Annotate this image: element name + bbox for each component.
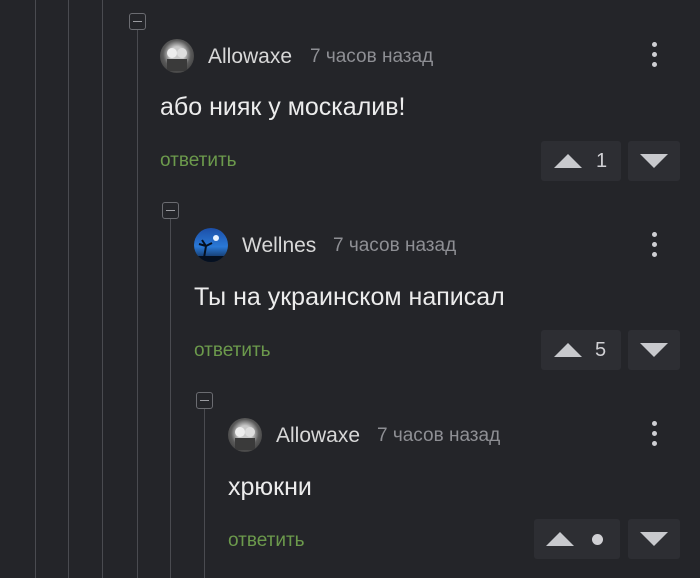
downvote-box <box>628 519 680 559</box>
avatar[interactable] <box>228 418 262 452</box>
upvote-icon[interactable] <box>546 532 574 546</box>
comment-text: хрюкни <box>228 473 312 501</box>
reply-link[interactable]: ответить <box>228 530 305 552</box>
comment-time: 7 часов назад <box>377 425 501 446</box>
comment-author[interactable]: Allowaxe <box>276 424 360 448</box>
more-options-icon[interactable] <box>650 421 658 449</box>
vote-score-dot <box>592 534 603 545</box>
comment-3: Allowaxe 7 часов назад хрюкни ответить <box>0 0 700 578</box>
user-photo-icon <box>235 427 255 450</box>
downvote-icon[interactable] <box>640 532 668 546</box>
upvote-box <box>534 519 620 559</box>
